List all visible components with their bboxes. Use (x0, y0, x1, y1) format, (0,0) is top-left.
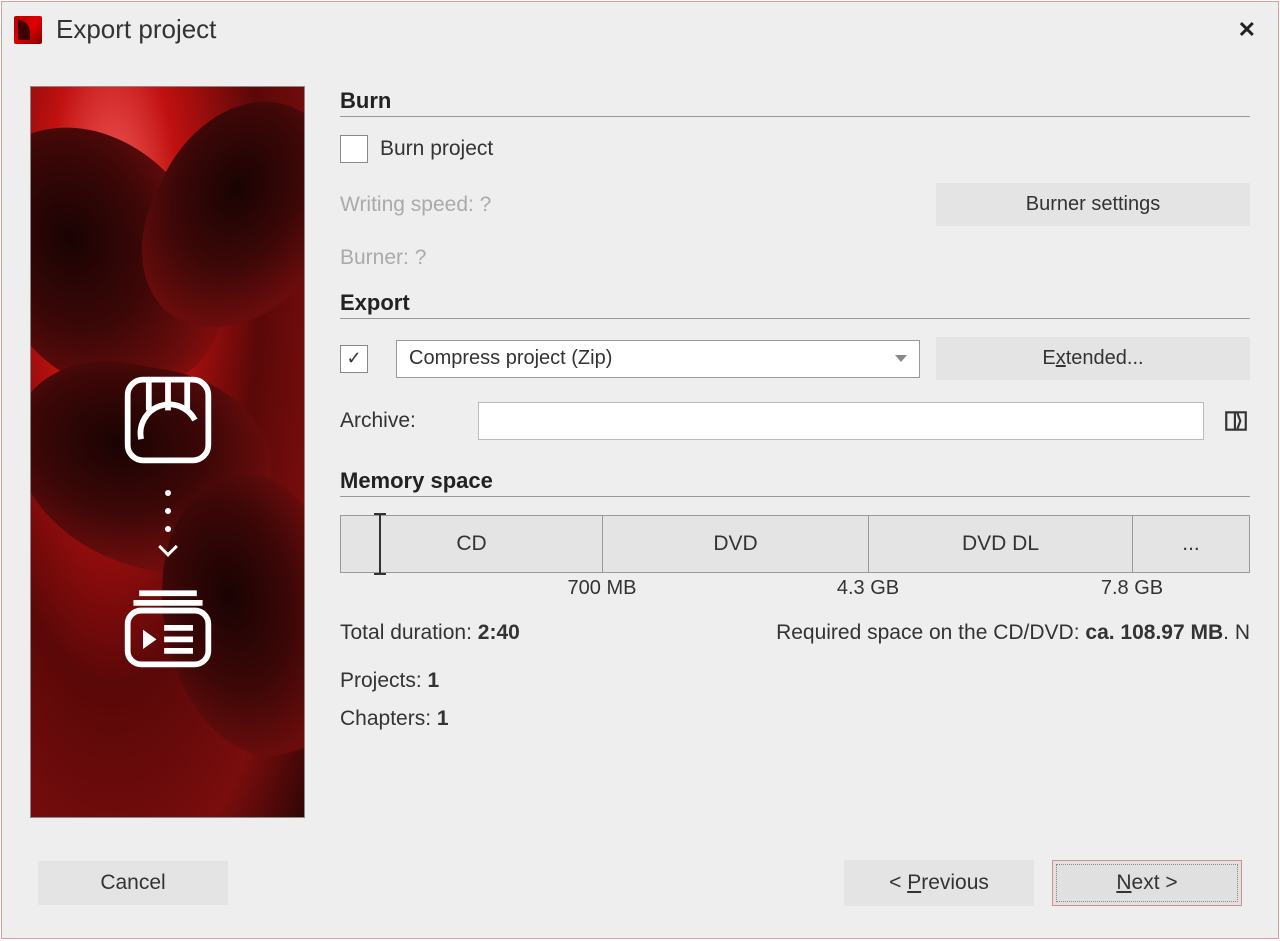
required-space: Required space on the CD/DVD: ca. 108.97… (776, 621, 1250, 659)
mem-label-dvd: 4.3 GB (837, 577, 899, 600)
burn-heading: Burn (340, 88, 1250, 117)
memory-labels: 700 MB 4.3 GB 7.8 GB (340, 577, 1250, 607)
mem-label-cd: 700 MB (568, 577, 637, 600)
burner-settings-button[interactable]: Burner settings (936, 183, 1250, 226)
duration-label: Total duration: (340, 621, 478, 644)
next-button[interactable]: Next > (1052, 860, 1242, 906)
arrow-down-icon (161, 490, 175, 554)
titlebar: Export project ✕ (2, 2, 1278, 58)
projects-value: 1 (428, 669, 440, 692)
memory-seg-dvd: DVD (603, 516, 869, 572)
chapters-value: 1 (437, 707, 449, 730)
extended-button[interactable]: Extended... (936, 337, 1250, 380)
memory-seg-dvddl: DVD DL (869, 516, 1133, 572)
export-project-dialog: Export project ✕ (1, 1, 1279, 939)
writing-speed-label: Writing speed: ? (340, 193, 491, 217)
projects-label: Projects: (340, 669, 428, 692)
wizard-footer: Cancel < Previous Next > (38, 860, 1242, 906)
browse-icon[interactable] (1222, 407, 1250, 435)
archive-label: Archive: (340, 409, 460, 433)
archive-input[interactable] (478, 402, 1204, 440)
chevron-down-icon (895, 355, 907, 362)
export-heading: Export (340, 290, 1250, 319)
close-icon[interactable]: ✕ (1228, 13, 1266, 47)
export-format-value: Compress project (Zip) (409, 347, 612, 370)
burn-project-label: Burn project (380, 137, 493, 161)
main-panel: Burn Burn project Writing speed: ? Burne… (340, 86, 1250, 818)
burn-project-checkbox[interactable] (340, 135, 368, 163)
memory-heading: Memory space (340, 468, 1250, 497)
chapters-label: Chapters: (340, 707, 437, 730)
playlist-icon (120, 576, 216, 672)
export-format-combo[interactable]: Compress project (Zip) (396, 340, 920, 378)
compress-checkbox[interactable]: ✓ (340, 345, 368, 373)
disc-icon (120, 372, 216, 468)
wizard-sidebar-image (30, 86, 305, 818)
window-title: Export project (56, 14, 1228, 45)
app-icon (14, 16, 42, 44)
memory-seg-more[interactable]: ... (1133, 516, 1249, 572)
burner-label: Burner: ? (340, 246, 426, 270)
cancel-button[interactable]: Cancel (38, 861, 228, 905)
duration-value: 2:40 (478, 621, 520, 644)
mem-label-dvddl: 7.8 GB (1101, 577, 1163, 600)
memory-bar: CD DVD DVD DL ... (340, 515, 1250, 573)
previous-button[interactable]: < Previous (844, 860, 1034, 906)
usage-marker (379, 513, 381, 575)
